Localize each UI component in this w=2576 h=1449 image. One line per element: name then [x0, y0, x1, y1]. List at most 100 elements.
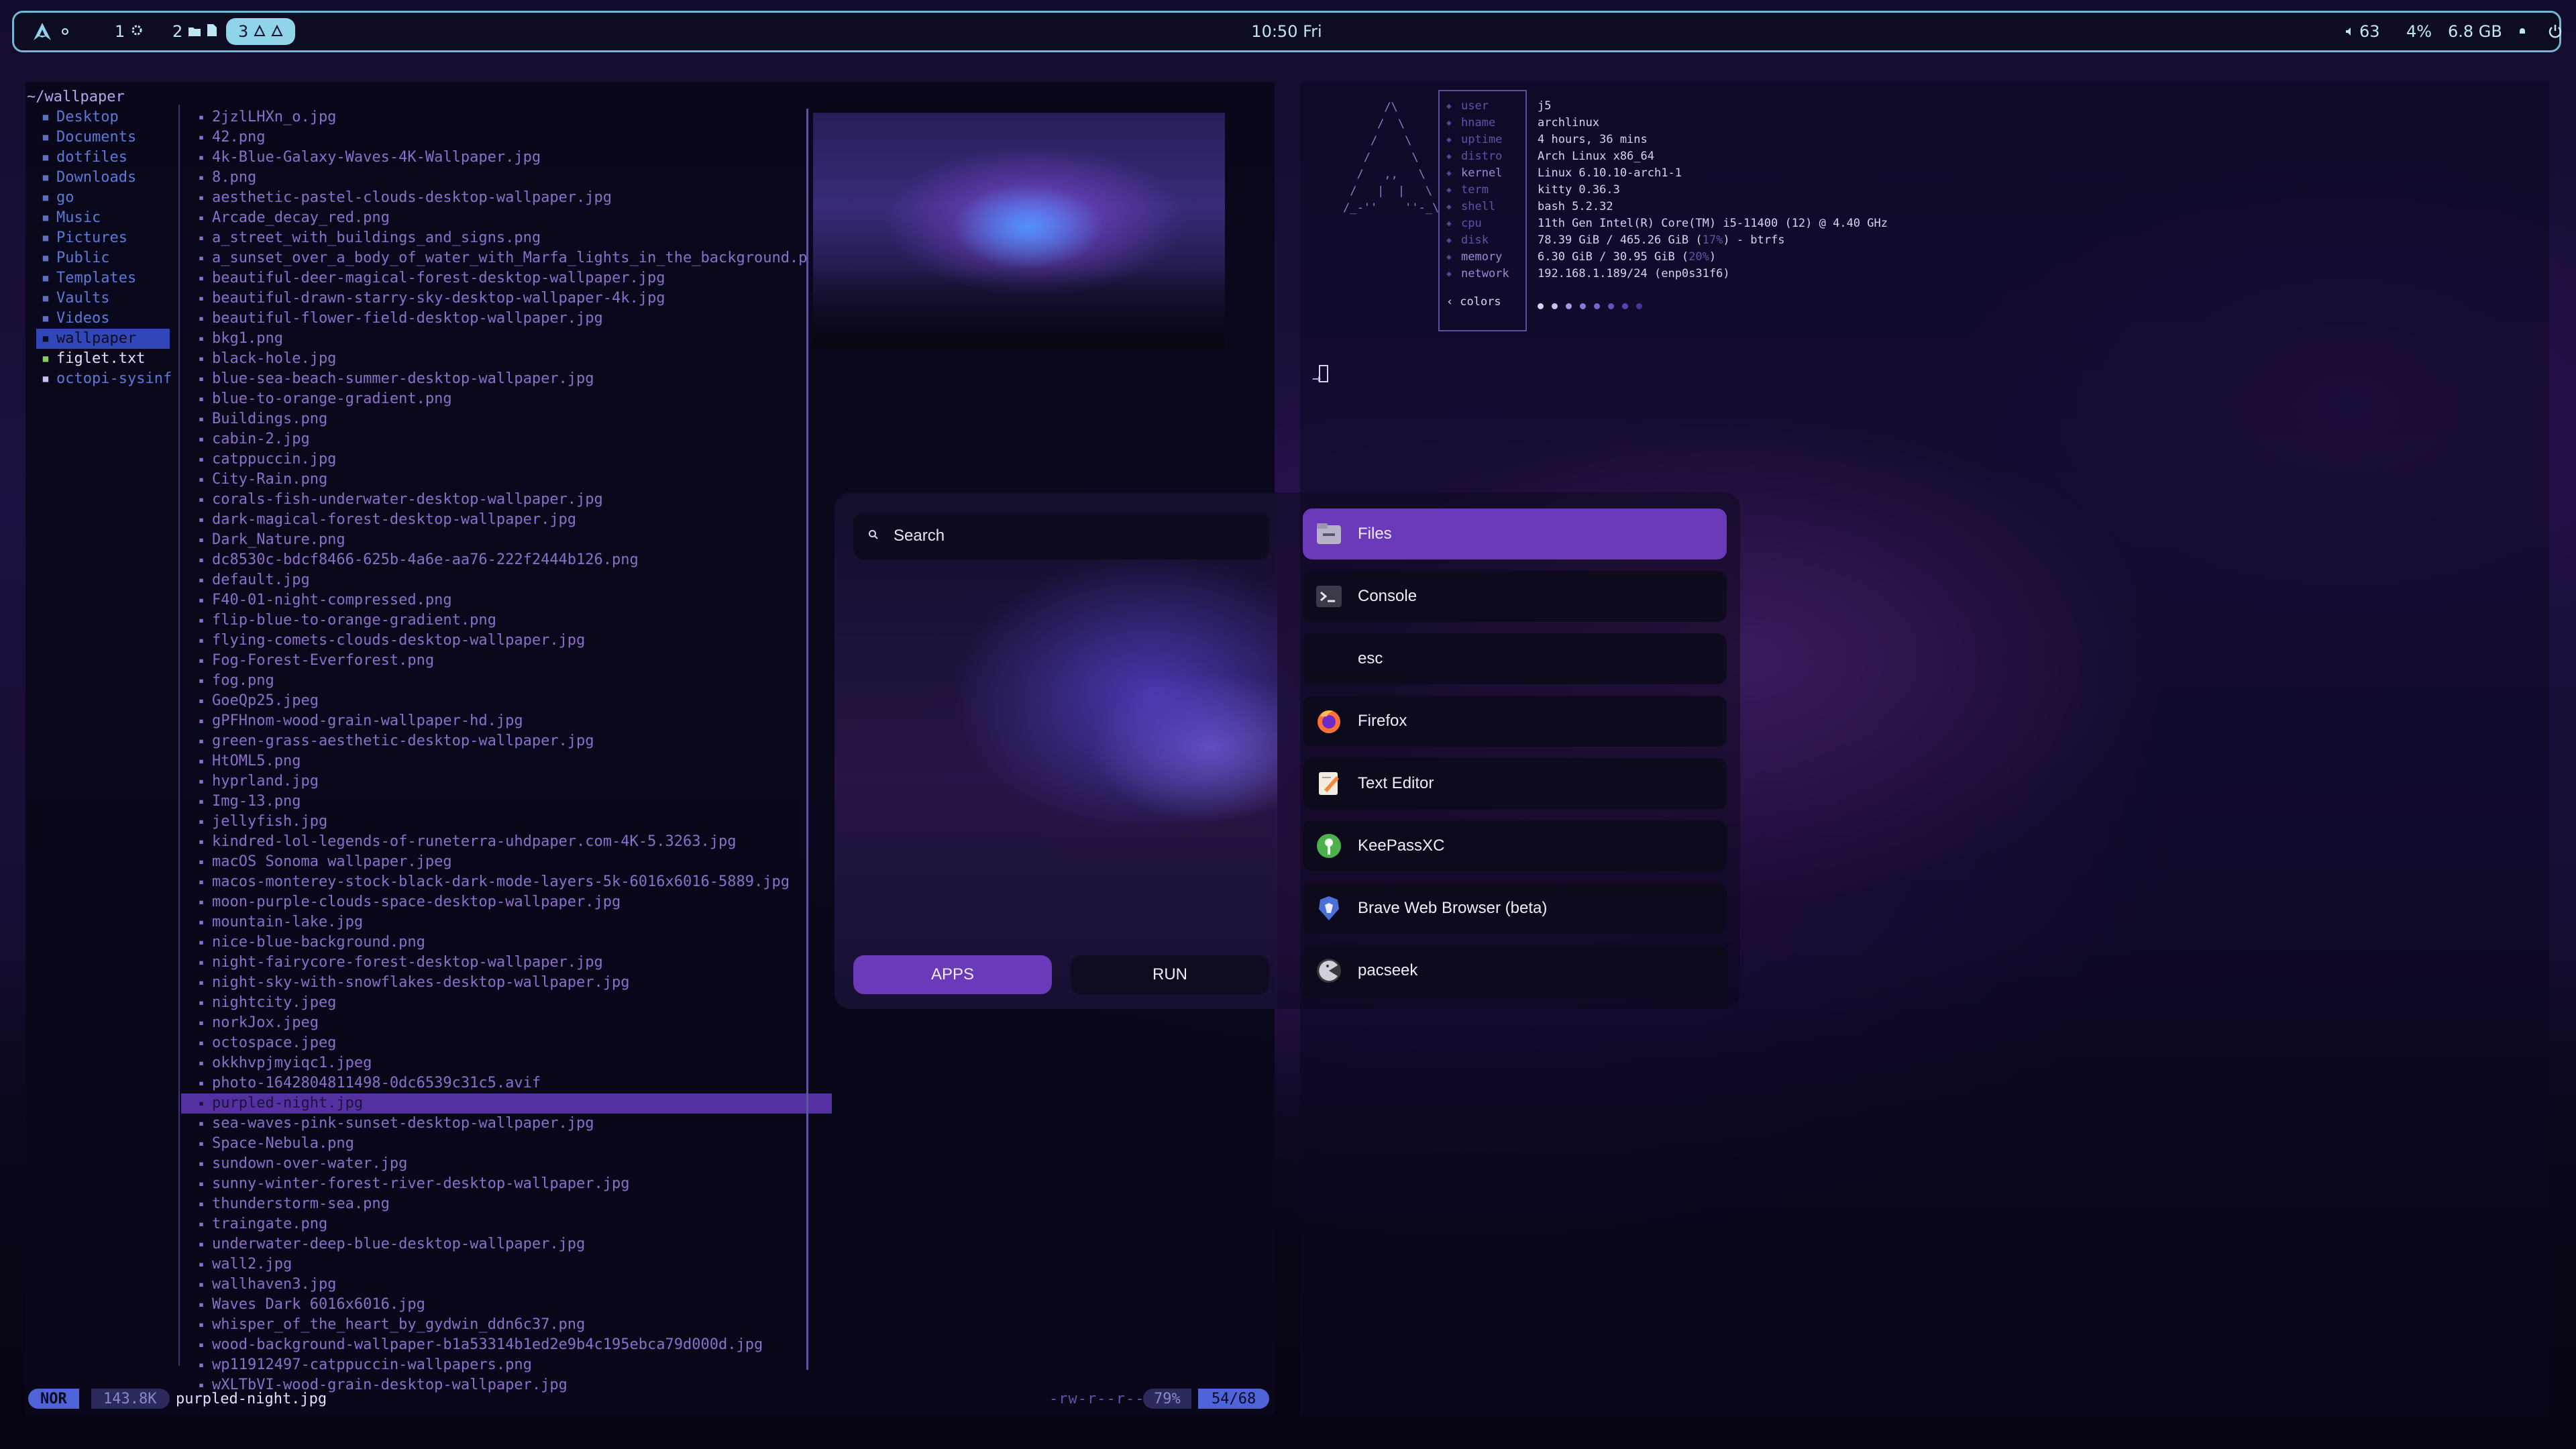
file-list-item[interactable]: ▪ wp11912497-catppuccin-wallpapers.png [181, 1355, 832, 1375]
file-list-item[interactable]: ▪ nightcity.jpeg [181, 993, 832, 1013]
file-list-item[interactable]: ▪ purpled-night.jpg [181, 1093, 832, 1114]
app-item-esc[interactable]: esc [1303, 633, 1727, 684]
search-input[interactable] [892, 526, 1244, 546]
file-list-item[interactable]: ▪ sunny-winter-forest-river-desktop-wallp… [181, 1174, 832, 1194]
file-list-item[interactable]: ▪ night-sky-with-snowflakes-desktop-wallp… [181, 973, 832, 993]
file-list-item[interactable]: ▪ catppuccin.jpg [181, 449, 832, 470]
file-list-item[interactable]: ▪ 8.png [181, 168, 832, 188]
file-list-item[interactable]: ▪ corals-fish-underwater-desktop-wallpape… [181, 490, 832, 510]
file-list-item[interactable]: ▪ Arcade_decay_red.png [181, 208, 832, 228]
file-list-item[interactable]: ▪ flying-comets-clouds-desktop-wallpaper.… [181, 631, 832, 651]
file-list-item[interactable]: ▪ thunderstorm-sea.png [181, 1194, 832, 1214]
file-list-item[interactable]: ▪ gPFHnom-wood-grain-wallpaper-hd.jpg [181, 711, 832, 731]
sidebar-item-dotfiles[interactable]: ■ dotfiles [25, 148, 176, 168]
file-list-item[interactable]: ▪ City-Rain.png [181, 470, 832, 490]
sidebar-item-pictures[interactable]: ■ Pictures [25, 228, 176, 248]
file-list-item[interactable]: ▪ macOS Sonoma wallpaper.jpeg [181, 852, 832, 872]
file-list-item[interactable]: ▪ sundown-over-water.jpg [181, 1154, 832, 1174]
app-item-brave-web-browser-beta[interactable]: Brave Web Browser (beta) [1303, 883, 1727, 934]
sidebar-item-wallpaper[interactable]: ■ wallpaper [36, 329, 170, 349]
file-list-item[interactable]: ▪ fog.png [181, 671, 832, 691]
app-item-text-editor[interactable]: Text Editor [1303, 758, 1727, 809]
file-list-item[interactable]: ▪ nice-blue-background.png [181, 932, 832, 953]
file-name: aesthetic-pastel-clouds-desktop-wallpape… [212, 189, 612, 206]
file-list-item[interactable]: ▪ Img-13.png [181, 792, 832, 812]
file-list-item[interactable]: ▪ Dark_Nature.png [181, 530, 832, 550]
file-list-item[interactable]: ▪ whisper_of_the_heart_by_gydwin_ddn6c37.… [181, 1315, 832, 1335]
file-list-item[interactable]: ▪ blue-to-orange-gradient.png [181, 389, 832, 409]
sidebar-item-music[interactable]: ■ Music [25, 208, 176, 228]
search-bar[interactable] [853, 513, 1269, 559]
terminal-cursor[interactable] [1319, 365, 1328, 382]
tab-run[interactable]: RUN [1071, 955, 1269, 994]
file-list-item[interactable]: ▪ blue-sea-beach-summer-desktop-wallpaper… [181, 369, 832, 389]
file-list-item[interactable]: ▪ a_street_with_buildings_and_signs.png [181, 228, 832, 248]
file-list-item[interactable]: ▪ wall2.jpg [181, 1254, 832, 1275]
file-list-item[interactable]: ▪ Buildings.png [181, 409, 832, 429]
sidebar-item-public[interactable]: ■ Public [25, 248, 176, 268]
file-list-item[interactable]: ▪ GoeQp25.jpeg [181, 691, 832, 711]
file-list-item[interactable]: ▪ kindred-lol-legends-of-runeterra-uhdpap… [181, 832, 832, 852]
file-list-item[interactable]: ▪ photo-1642804811498-0dc6539c31c5.avif [181, 1073, 832, 1093]
file-list-item[interactable]: ▪ moon-purple-clouds-space-desktop-wallpa… [181, 892, 832, 912]
file-list-item[interactable]: ▪ hyprland.jpg [181, 771, 832, 792]
file-list-item[interactable]: ▪ Space-Nebula.png [181, 1134, 832, 1154]
sidebar-file[interactable]: ■ octopi-sysinf [25, 369, 176, 389]
file-list-item[interactable]: ▪ a_sunset_over_a_body_of_water_with_Marf… [181, 248, 832, 268]
file-list-item[interactable]: ▪ cabin-2.jpg [181, 429, 832, 449]
file-list-item[interactable]: ▪ jellyfish.jpg [181, 812, 832, 832]
file-list-item[interactable]: ▪ sea-waves-pink-sunset-desktop-wallpaper… [181, 1114, 832, 1134]
file-list-item[interactable]: ▪ octospace.jpeg [181, 1033, 832, 1053]
file-list-item[interactable]: ▪ 4k-Blue-Galaxy-Waves-4K-Wallpaper.jpg [181, 148, 832, 168]
file-list-item[interactable]: ▪ 2jzlLHXn_o.jpg [181, 107, 832, 127]
app-item-keepassxc[interactable]: KeePassXC [1303, 820, 1727, 871]
file-list-item[interactable]: ▪ HtOML5.png [181, 751, 832, 771]
sidebar-item-templates[interactable]: ■ Templates [25, 268, 176, 288]
file-list-item[interactable]: ▪ wood-background-wallpaper-b1a53314b1ed2… [181, 1335, 832, 1355]
file-list-item[interactable]: ▪ F40-01-night-compressed.png [181, 590, 832, 610]
file-list-item[interactable]: ▪ mountain-lake.jpg [181, 912, 832, 932]
file-list-item[interactable]: ▪ aesthetic-pastel-clouds-desktop-wallpap… [181, 188, 832, 208]
file-list-item[interactable]: ▪ night-fairycore-forest-desktop-wallpape… [181, 953, 832, 973]
app-launcher[interactable]: APPS RUN Files Console esc Firefox Text Edit… [835, 492, 1740, 1009]
app-item-files[interactable]: Files [1303, 508, 1727, 559]
file-list-item[interactable]: ▪ flip-blue-to-orange-gradient.png [181, 610, 832, 631]
file-list-item[interactable]: ▪ wallhaven3.jpg [181, 1275, 832, 1295]
sidebar-item-desktop[interactable]: ■ Desktop [25, 107, 176, 127]
tab-apps[interactable]: APPS [853, 955, 1052, 994]
app-item-firefox[interactable]: Firefox [1303, 696, 1727, 747]
clock[interactable]: 10:50 Fri [14, 13, 2559, 50]
image-file-icon: ▪ [198, 535, 205, 545]
notification-icon[interactable] [2518, 13, 2527, 50]
file-list-item[interactable]: ▪ norkJox.jpeg [181, 1013, 832, 1033]
file-list-item[interactable]: ▪ Fog-Forest-Everforest.png [181, 651, 832, 671]
file-list-item[interactable]: ▪ beautiful-drawn-starry-sky-desktop-wall… [181, 288, 832, 309]
sidebar-item-videos[interactable]: ■ Videos [25, 309, 176, 329]
file-list-item[interactable]: ▪ dc8530c-bdcf8466-625b-4a6e-aa76-222f244… [181, 550, 832, 570]
sidebar-item-documents[interactable]: ■ Documents [25, 127, 176, 148]
sidebar-file[interactable]: ■ figlet.txt [25, 349, 176, 369]
file-list-item[interactable]: ▪ beautiful-deer-magical-forest-desktop-w… [181, 268, 832, 288]
file-list-item[interactable]: ▪ black-hole.jpg [181, 349, 832, 369]
sidebar-item-go[interactable]: ■ go [25, 188, 176, 208]
file-list-column[interactable]: ▪ 2jzlLHXn_o.jpg ▪ 42.png ▪ 4k-Blue-Galaxy-Wa… [181, 82, 832, 1393]
file-list-item[interactable]: ▪ traingate.png [181, 1214, 832, 1234]
app-item-pacseek[interactable]: pacseek [1303, 945, 1727, 996]
file-list-item[interactable]: ▪ Waves Dark 6016x6016.jpg [181, 1295, 832, 1315]
file-name: Space-Nebula.png [212, 1135, 354, 1152]
file-list-item[interactable]: ▪ green-grass-aesthetic-desktop-wallpaper… [181, 731, 832, 751]
sidebar-item-downloads[interactable]: ■ Downloads [25, 168, 176, 188]
image-file-icon: ▪ [198, 816, 205, 827]
file-list-item[interactable]: ▪ beautiful-flower-field-desktop-wallpape… [181, 309, 832, 329]
power-icon[interactable] [2547, 13, 2563, 50]
app-item-console[interactable]: Console [1303, 571, 1727, 622]
file-list-item[interactable]: ▪ underwater-deep-blue-desktop-wallpaper.… [181, 1234, 832, 1254]
sidebar-item-vaults[interactable]: ■ Vaults [25, 288, 176, 309]
volume-indicator[interactable]: 63 [2345, 13, 2380, 50]
file-list-item[interactable]: ▪ macos-monterey-stock-black-dark-mode-la… [181, 872, 832, 892]
file-list-item[interactable]: ▪ default.jpg [181, 570, 832, 590]
file-list-item[interactable]: ▪ okkhvpjmyiqc1.jpeg [181, 1053, 832, 1073]
file-list-item[interactable]: ▪ 42.png [181, 127, 832, 148]
file-list-item[interactable]: ▪ dark-magical-forest-desktop-wallpaper.j… [181, 510, 832, 530]
file-list-item[interactable]: ▪ bkg1.png [181, 329, 832, 349]
